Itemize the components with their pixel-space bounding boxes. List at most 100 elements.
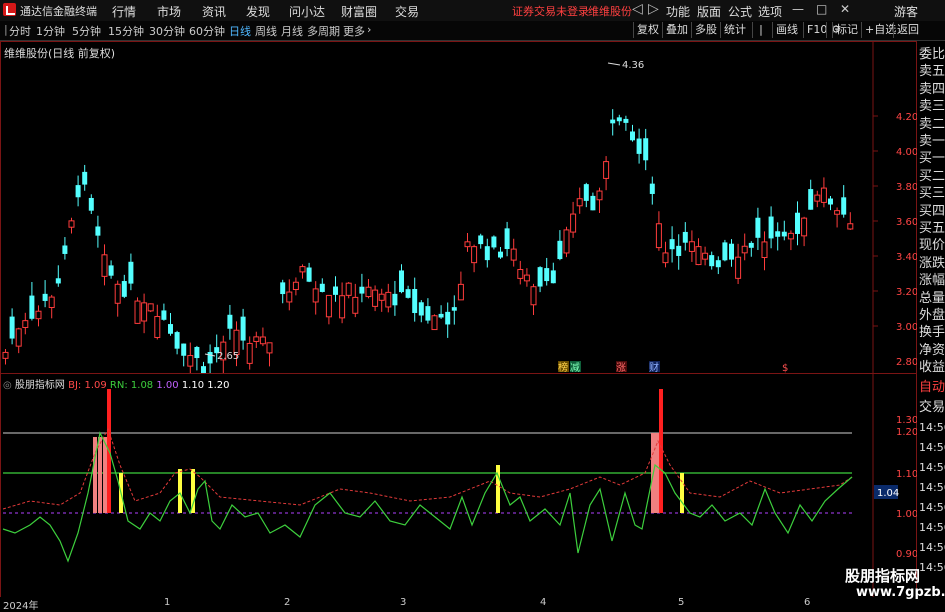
candle-body (457, 283, 464, 301)
period-tab-multi[interactable]: 多周期 (307, 23, 340, 39)
menu-item-trade[interactable]: 交易 (395, 3, 419, 20)
period-collapse-icon[interactable]: | (4, 23, 8, 36)
candle-body (194, 346, 200, 359)
candle-body (35, 310, 42, 320)
side-panel-field: 外盘 (919, 308, 945, 323)
login-notice[interactable]: 证券交易未登录 (512, 3, 589, 19)
period-tab-5min[interactable]: 5分钟 (72, 23, 101, 39)
menu-item-formula[interactable]: 公式 (728, 3, 752, 20)
indicator-bj: BJ: 1.09 (68, 380, 107, 391)
period-tab-30min[interactable]: 30分钟 (149, 23, 185, 39)
menu-item-layout[interactable]: 版面 (697, 3, 721, 20)
x-tick: 3 (400, 597, 407, 608)
overlay-button[interactable]: 叠加 (662, 22, 691, 38)
candle-body (603, 161, 610, 179)
side-panel-field: 买二 (919, 168, 945, 184)
side-panel-field: 总量 (919, 290, 945, 306)
candle-body (523, 274, 530, 282)
candle-body (537, 267, 543, 287)
tick-time: 14:56 (919, 561, 945, 574)
candle-body (280, 282, 286, 295)
candle-body (795, 212, 800, 234)
side-panel-field: 涨跌 (919, 255, 945, 271)
signal-bar (655, 433, 659, 513)
menu-bar: 通达信金融终端 行情 市场 资讯 发现 问小达 财富圈 交易 证券交易未登录 维… (0, 0, 945, 22)
watermark-url: www.7gpzb.com (856, 585, 945, 600)
candle-body (253, 336, 260, 342)
period-tab-intraday[interactable]: 分时 (9, 23, 31, 39)
sidebar-toggle-icon[interactable]: | (752, 22, 769, 38)
menu-item-exchange[interactable]: 市场 (157, 3, 181, 20)
tick-time: 14:56 (919, 541, 945, 554)
candle-body (828, 198, 833, 205)
candle-body (649, 183, 655, 194)
side-panel-tab[interactable]: 自动 (919, 379, 945, 396)
price-tick: 3.20 (896, 287, 917, 298)
menu-item-wealth[interactable]: 财富圈 (341, 3, 377, 20)
period-tab-weekly[interactable]: 周线 (255, 23, 277, 39)
candle-body (292, 281, 299, 291)
back-arrow-icon[interactable]: ◁ (632, 1, 643, 17)
draw-line-button[interactable]: 画线 (772, 22, 801, 38)
candle-body (655, 223, 662, 249)
x-tick: 2 (284, 597, 291, 608)
indicator-collapse-icon[interactable]: ◎ (3, 380, 12, 391)
period-tab-monthly[interactable]: 月线 (281, 23, 303, 39)
candle-body (161, 310, 167, 320)
candle-body (834, 210, 841, 215)
side-panel-field: 卖三 (919, 99, 945, 115)
close-icon[interactable]: ✕ (840, 2, 850, 16)
period-tab-more[interactable]: 更多 (343, 23, 365, 39)
candle-body (504, 228, 510, 250)
multi-stock-button[interactable]: 多股 (691, 22, 720, 38)
period-tab-daily[interactable]: 日线 (229, 23, 251, 39)
mark-button[interactable]: 标记 (832, 22, 861, 38)
menu-item-options[interactable]: 选项 (758, 3, 782, 20)
indicator-name[interactable]: 股朋指标网 (15, 380, 65, 391)
menu-item-news[interactable]: 资讯 (202, 3, 226, 20)
candle-body (399, 270, 404, 293)
menu-item-discover[interactable]: 发现 (246, 3, 270, 20)
candle-body (550, 270, 556, 284)
candle-body (306, 267, 312, 282)
menu-item-function[interactable]: 功能 (666, 3, 690, 20)
side-panel-field: 现价 (919, 238, 945, 254)
period-tab-1min[interactable]: 1分钟 (36, 23, 65, 39)
candle-body (378, 293, 385, 301)
statistics-button[interactable]: 统计 (720, 22, 749, 38)
chevron-right-icon[interactable]: › (367, 23, 371, 36)
candle-body (240, 316, 246, 341)
indicator-chart[interactable]: 1.30 1.20 1.10 1.00 0.90 1.04 (0, 373, 917, 598)
menu-item-market[interactable]: 行情 (112, 3, 136, 20)
indicator-v2: 1.10 (181, 380, 205, 391)
guest-user[interactable]: 游客 (894, 3, 918, 20)
current-stock-notice[interactable]: 维维股份 (588, 3, 632, 19)
side-panel-field: 净资 (919, 342, 945, 358)
candle-body (722, 242, 728, 261)
candle-body (147, 303, 154, 312)
adjust-button[interactable]: 复权 (633, 22, 662, 38)
candle-body (359, 286, 365, 294)
candle-body (345, 282, 352, 296)
maximize-icon[interactable]: □ (816, 2, 827, 16)
signal-bars (93, 389, 684, 513)
candle-body (682, 231, 688, 243)
candle-body (491, 236, 497, 248)
period-tab-15min[interactable]: 15分钟 (108, 23, 144, 39)
return-button[interactable]: 返回 (893, 22, 922, 38)
menu-item-ask[interactable]: 问小达 (289, 3, 325, 20)
candle-body (22, 320, 29, 328)
candle-body (325, 294, 332, 318)
forward-arrow-icon[interactable]: ▷ (648, 1, 659, 17)
period-tab-60min[interactable]: 60分钟 (189, 23, 225, 39)
candlestick-chart[interactable]: 4.36 2.65 4.20 4.00 3.80 3.60 3.40 3.20 … (0, 41, 917, 374)
candle-body (478, 235, 484, 245)
side-panel-tab[interactable]: 交易 (919, 399, 945, 416)
tick-time: 14:56 (919, 481, 945, 494)
candle-body (814, 194, 821, 202)
candle-body (141, 302, 148, 322)
candle-body (246, 342, 253, 364)
ind-tick: 0.90 (896, 549, 917, 560)
side-panel-field: 换手 (919, 325, 945, 341)
minimize-icon[interactable]: — (792, 2, 804, 16)
